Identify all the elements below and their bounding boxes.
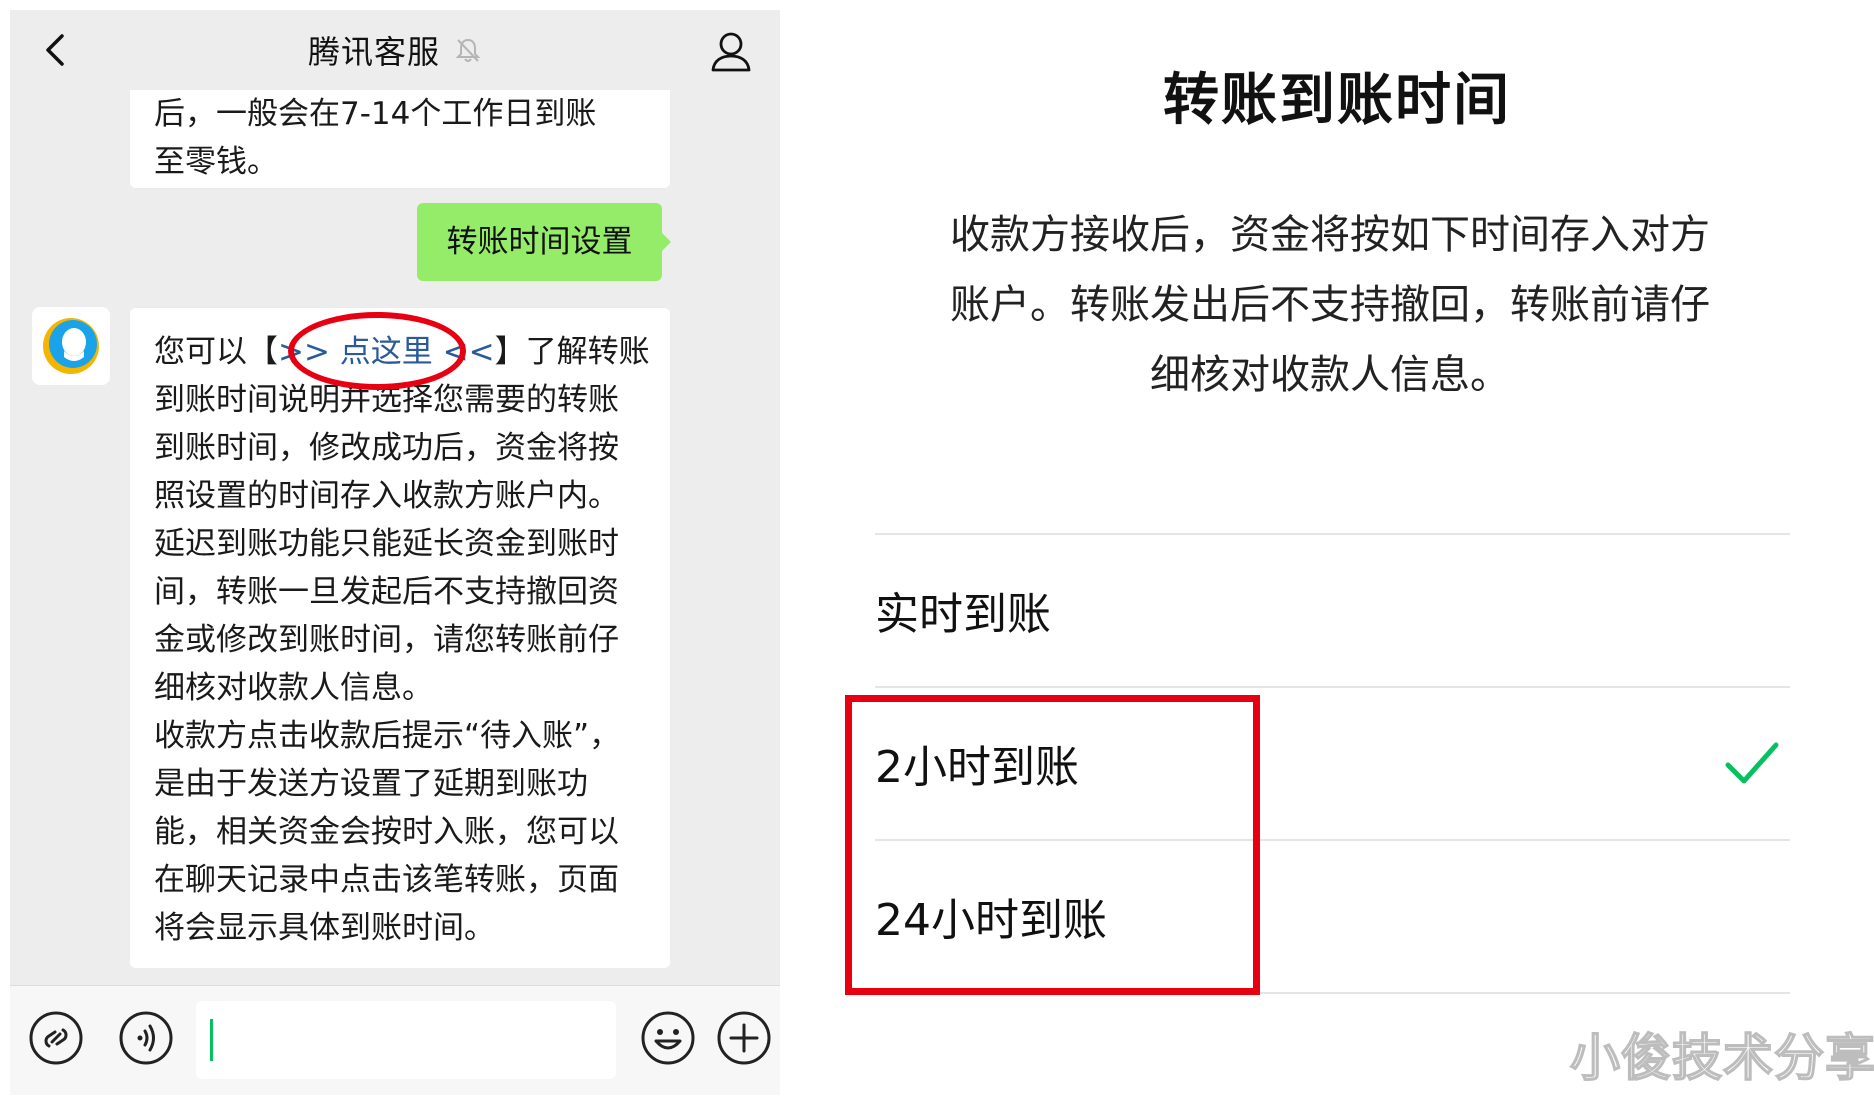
message-input[interactable] <box>196 1001 616 1079</box>
message-line: 细核对收款人信息。 <box>154 670 433 706</box>
message-line: 到账时间，修改成功后，资金将按 <box>154 430 619 466</box>
message-line: 金或修改到账时间，请您转账前仔 <box>154 622 619 658</box>
chat-header: 腾讯客服 <box>10 10 780 90</box>
message-line: 能，相关资金会按时入账，您可以 <box>154 814 619 850</box>
settings-title: 转账到账时间 <box>1163 68 1511 133</box>
description-line: 账户。转账发出后不支持撤回，转账前请仔 <box>950 282 1710 328</box>
back-icon[interactable] <box>36 30 76 70</box>
annotation-box <box>845 695 1260 995</box>
sent-message-bubble: 转账时间设置 <box>417 203 662 281</box>
input-bar <box>10 985 780 1095</box>
service-avatar[interactable] <box>32 307 110 385</box>
text-caret <box>210 1019 213 1061</box>
option-label: 实时到账 <box>875 589 1051 640</box>
tencent-service-logo-icon <box>43 318 99 374</box>
watermark: 小俊技术分享 <box>1569 1028 1874 1088</box>
message-line: 收款方点击收款后提示“待入账”， <box>154 718 621 754</box>
profile-icon[interactable] <box>708 28 754 74</box>
transfer-time-settings: 转账到账时间 收款方接收后，资金将按如下时间存入对方 账户。转账发出后不支持撤回… <box>800 0 1874 1100</box>
message-line: 在聊天记录中点击该笔转账，页面 <box>154 862 619 898</box>
message-line: 照设置的时间存入收款方账户内。 <box>154 478 619 514</box>
settings-description: 收款方接收后，资金将按如下时间存入对方 账户。转账发出后不支持撤回，转账前请仔 … <box>880 200 1780 410</box>
message-line: 间，转账一旦发起后不支持撤回资 <box>154 574 619 610</box>
message-line: 延迟到账功能只能延长资金到账时 <box>154 526 619 562</box>
annotation-ellipse <box>288 312 466 390</box>
chat-panel: 腾讯客服 后，一般会在7-14个工作日到账 至零钱。 转账时间设置 您可以【>>… <box>10 10 780 1095</box>
bubble-tail <box>661 232 671 252</box>
chat-title: 腾讯客服 <box>307 33 440 71</box>
reply-message-bubble: 您可以【>> 点这里 <<】了解转账 到账时间说明并选择您需要的转账 到账时间，… <box>130 308 670 968</box>
voice-icon[interactable] <box>118 1010 174 1066</box>
mute-bell-icon <box>455 38 481 62</box>
description-line: 收款方接收后，资金将按如下时间存入对方 <box>950 212 1710 258</box>
emoji-icon[interactable] <box>640 1010 696 1066</box>
link-mini-program-icon[interactable] <box>28 1010 84 1066</box>
message-line: 将会显示具体到账时间。 <box>154 910 495 946</box>
option-realtime[interactable]: 实时到账 <box>875 535 1790 685</box>
checkmark-icon <box>1725 742 1779 784</box>
plus-more-icon[interactable] <box>716 1010 772 1066</box>
message-line: 是由于发送方设置了延期到账功 <box>154 766 588 802</box>
message-line: 后，一般会在7-14个工作日到账 <box>154 96 597 132</box>
message-line: 至零钱。 <box>154 144 278 180</box>
description-line: 细核对收款人信息。 <box>1150 352 1510 398</box>
